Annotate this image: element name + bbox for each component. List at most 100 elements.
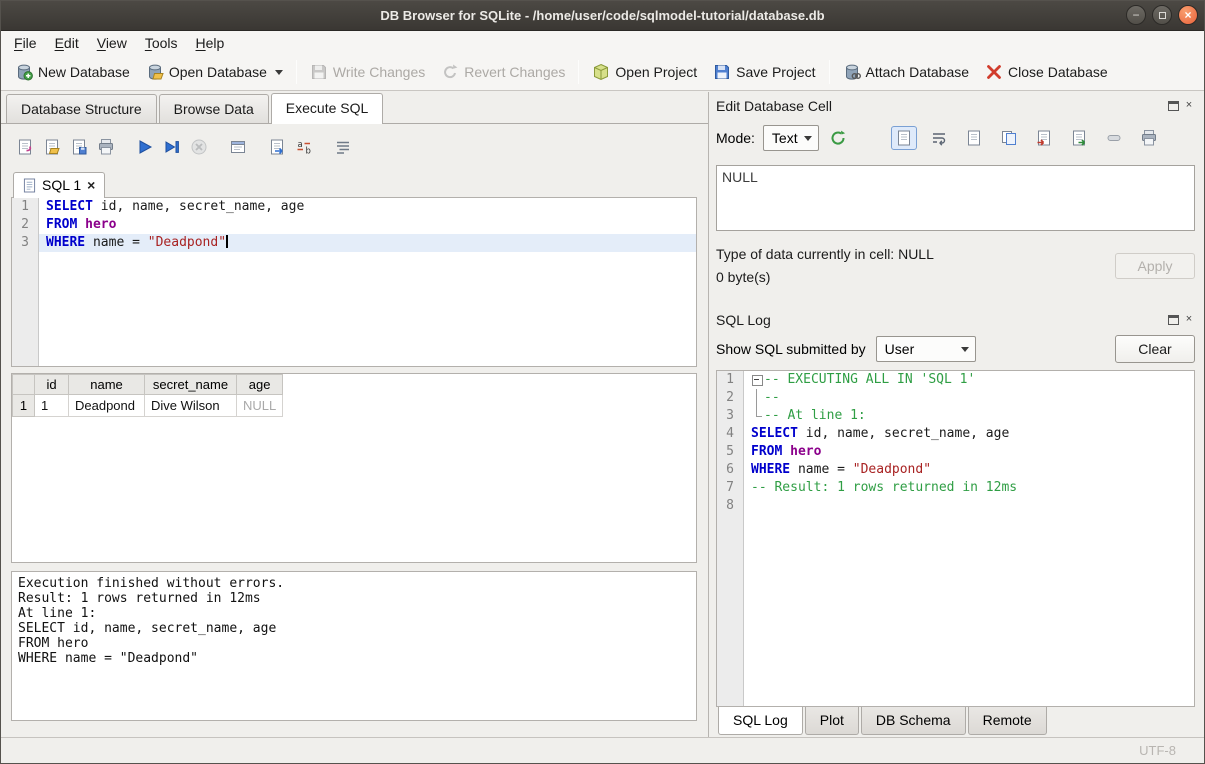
close-window-button[interactable]: ×	[1178, 5, 1198, 25]
tab-browse-data[interactable]: Browse Data	[159, 94, 269, 123]
submitter-select[interactable]: User	[876, 336, 976, 362]
results-cell[interactable]: Dive Wilson	[145, 395, 237, 417]
results-cell[interactable]: NULL	[237, 395, 283, 417]
minimize-button[interactable]: −	[1126, 5, 1146, 25]
find-replace-button[interactable]: ab	[290, 134, 317, 160]
menu-file[interactable]: File	[5, 33, 46, 53]
format-sql-button[interactable]	[329, 134, 356, 160]
attach-database-button[interactable]: Attach Database	[835, 59, 978, 85]
toolbar-separator	[578, 60, 579, 84]
sql-tab-close-icon[interactable]: ×	[87, 179, 95, 191]
results-column-secret_name[interactable]: secret_name	[145, 375, 237, 395]
attach-database-label: Attach Database	[866, 64, 970, 80]
open-in-external-icon[interactable]	[961, 126, 987, 150]
svg-text:b: b	[305, 147, 310, 157]
tab-database-structure[interactable]: Database Structure	[6, 94, 157, 123]
apply-button: Apply	[1115, 253, 1195, 279]
line-number: 3	[12, 234, 39, 252]
results-column-name[interactable]: name	[69, 375, 145, 395]
sql-tab[interactable]: SQL 1 ×	[13, 172, 105, 198]
fold-guide	[751, 407, 764, 425]
open-project-button[interactable]: Open Project	[584, 59, 705, 85]
results-row-number[interactable]: 1	[13, 395, 35, 417]
save-project-icon	[713, 63, 731, 81]
code-text: SELECT id, name, secret_name, age	[39, 198, 696, 216]
maximize-button[interactable]	[1152, 5, 1172, 25]
line-number: 2	[12, 216, 39, 234]
app-window: DB Browser for SQLite - /home/user/code/…	[0, 0, 1205, 764]
titlebar[interactable]: DB Browser for SQLite - /home/user/code/…	[1, 1, 1204, 31]
mode-select-arrow[interactable]	[798, 126, 818, 150]
results-column-age[interactable]: age	[237, 375, 283, 395]
menu-help[interactable]: Help	[187, 33, 234, 53]
execute-current-line-button[interactable]	[158, 134, 185, 160]
messages-text: Execution finished without errors. Resul…	[18, 576, 690, 666]
export-sql-button[interactable]	[263, 134, 290, 160]
new-database-label: New Database	[38, 64, 130, 80]
format-sql-icon	[334, 138, 352, 156]
import-text-button[interactable]	[825, 126, 851, 150]
code-line-8: 8	[717, 497, 1194, 515]
text-view-icon[interactable]	[891, 126, 917, 150]
results-header: idnamesecret_nameage	[13, 375, 283, 395]
line-number: 5	[717, 443, 744, 461]
bottom-tab-db-schema[interactable]: DB Schema	[861, 707, 966, 735]
menu-view[interactable]: View	[88, 33, 136, 53]
submitter-select-arrow[interactable]	[955, 337, 975, 361]
menu-edit[interactable]: Edit	[46, 33, 88, 53]
sql-file-icon	[23, 178, 36, 193]
close-database-button[interactable]: Close Database	[977, 59, 1116, 85]
save-project-button[interactable]: Save Project	[705, 59, 823, 85]
close-edit-cell-icon[interactable]: ×	[1183, 100, 1195, 112]
sql-editor[interactable]: 1SELECT id, name, secret_name, age2FROM …	[11, 197, 697, 367]
save-sql-file-button[interactable]	[65, 134, 92, 160]
set-null-icon[interactable]	[1101, 126, 1127, 150]
left-panel: Database StructureBrowse DataExecute SQL…	[1, 92, 708, 737]
save-project-label: Save Project	[736, 64, 815, 80]
close-sql-log-icon[interactable]: ×	[1183, 314, 1195, 326]
mode-select[interactable]: Text	[763, 125, 819, 151]
fold-collapse-icon[interactable]	[751, 371, 764, 389]
toolbar-separator	[829, 60, 830, 84]
new-sql-tab-button[interactable]	[11, 134, 38, 160]
word-wrap-icon[interactable]	[926, 126, 952, 150]
new-database-button[interactable]: New Database	[7, 59, 138, 85]
clear-log-button[interactable]: Clear	[1115, 335, 1195, 363]
bottom-tab-plot[interactable]: Plot	[805, 707, 859, 735]
execute-all-button[interactable]	[131, 134, 158, 160]
execute-current-line-icon	[163, 138, 181, 156]
print-cell-icon[interactable]	[1136, 126, 1162, 150]
float-edit-cell-icon[interactable]	[1168, 101, 1179, 111]
sql-log-view[interactable]: 1-- EXECUTING ALL IN 'SQL 1'2--3-- At li…	[716, 370, 1195, 707]
cell-editor[interactable]: NULL	[716, 165, 1195, 231]
edit-cell-toolbar: Mode: Text	[716, 124, 1195, 152]
open-database-dropdown-arrow-icon[interactable]	[275, 70, 283, 75]
results-body: 11DeadpondDive WilsonNULL	[13, 395, 283, 417]
save-results-button[interactable]	[224, 134, 251, 160]
sql-log-header: SQL Log ×	[716, 310, 1195, 330]
editor-lines: 1SELECT id, name, secret_name, age2FROM …	[12, 198, 696, 252]
execute-all-icon	[136, 138, 154, 156]
messages-pane[interactable]: Execution finished without errors. Resul…	[11, 571, 697, 721]
results-table: idnamesecret_nameage 11DeadpondDive Wils…	[12, 374, 283, 417]
execute-sql-pane: ab SQL 1 × 1SELECT id, name, secret_name…	[1, 124, 708, 737]
open-database-label: Open Database	[169, 64, 267, 80]
export-cell-data-icon[interactable]	[1066, 126, 1092, 150]
menu-tools[interactable]: Tools	[136, 33, 187, 53]
results-cell[interactable]: Deadpond	[69, 395, 145, 417]
print-sql-button[interactable]	[92, 134, 119, 160]
bottom-tab-remote[interactable]: Remote	[968, 707, 1047, 735]
results-column-id[interactable]: id	[35, 375, 69, 395]
copy-cell-icon[interactable]	[996, 126, 1022, 150]
find-replace-icon: ab	[295, 138, 313, 156]
open-sql-file-button[interactable]	[38, 134, 65, 160]
tab-execute-sql[interactable]: Execute SQL	[271, 93, 384, 124]
import-cell-data-icon[interactable]	[1031, 126, 1057, 150]
open-database-button[interactable]: Open Database	[138, 59, 291, 85]
code-line-1: 1SELECT id, name, secret_name, age	[12, 198, 696, 216]
bottom-tab-sql-log[interactable]: SQL Log	[718, 706, 803, 735]
code-text	[744, 497, 1194, 515]
float-sql-log-icon[interactable]	[1168, 315, 1179, 325]
new-database-icon	[15, 63, 33, 81]
results-cell[interactable]: 1	[35, 395, 69, 417]
